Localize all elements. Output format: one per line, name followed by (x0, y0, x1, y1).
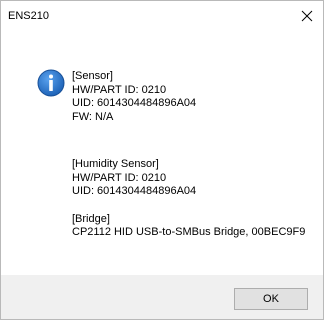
humidity-sensor-heading: [Humidity Sensor] (72, 158, 159, 170)
sensor-heading: [Sensor] (72, 70, 113, 82)
bridge-description: CP2112 HID USB-to-SMBus Bridge, 00BEC9F9 (72, 226, 306, 238)
info-icon (37, 69, 65, 97)
close-button[interactable] (291, 1, 323, 31)
title-bar: ENS210 (1, 1, 323, 31)
window-title: ENS210 (8, 10, 49, 22)
bridge-heading: [Bridge] (72, 212, 110, 225)
message-dialog: ENS210 [Sensor] HW/PART ID: 0210 UID: 60… (0, 0, 324, 320)
humidity-sensor-hw-part-id: HW/PART ID: 0210 (72, 171, 167, 184)
bridge-block: [Bridge] CP2112 HID USB-to-SMBus Bridge,… (72, 213, 317, 240)
sensor-hw-part-id: HW/PART ID: 0210 (72, 83, 167, 96)
humidity-sensor-uid: UID: 6014304484896A04 (72, 185, 197, 197)
close-icon (301, 10, 313, 22)
sensor-fw: FW: N/A (72, 110, 114, 123)
sensor-block: [Sensor] HW/PART ID: 0210 UID: 601430448… (72, 70, 317, 124)
button-bar: OK (1, 275, 323, 319)
sensor-uid: UID: 6014304484896A04 (72, 97, 197, 109)
humidity-sensor-block: [Humidity Sensor] HW/PART ID: 0210 UID: … (72, 158, 317, 199)
ok-button[interactable]: OK (234, 288, 308, 310)
dialog-content: [Sensor] HW/PART ID: 0210 UID: 601430448… (1, 31, 323, 275)
message-text: [Sensor] HW/PART ID: 0210 UID: 601430448… (72, 70, 317, 240)
